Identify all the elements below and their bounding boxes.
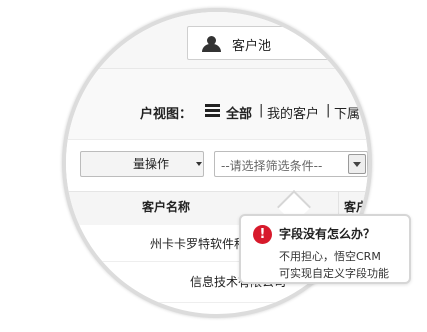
view-filter-subordinate[interactable]: 下属客 <box>334 103 368 122</box>
menu-icon[interactable] <box>205 104 220 117</box>
view-filter-mine[interactable]: 我的客户 <box>267 103 319 122</box>
view-title: 户视图： <box>140 107 193 122</box>
callout-title: 字段没有怎么办？ <box>279 227 376 241</box>
filter-placeholder: --请选择筛选条件-- <box>221 159 323 173</box>
customer-pool-label: 客户池 <box>232 39 272 54</box>
bulk-action-button[interactable]: 量操作 <box>80 151 204 177</box>
customer-pool-button[interactable]: 客户池 <box>187 26 368 60</box>
user-icon <box>202 36 222 52</box>
view-filter-all[interactable]: 全部 <box>226 103 252 122</box>
column-header-next[interactable]: 客户 <box>344 198 368 215</box>
column-header-customer-name[interactable]: 客户名称 <box>142 198 190 215</box>
view-separator: | <box>259 103 264 118</box>
filter-condition-select[interactable]: --请选择筛选条件-- <box>214 151 368 177</box>
bulk-action-label: 量操作 <box>133 157 170 171</box>
callout-text-line: 不用担心，悟空CRM <box>279 250 381 263</box>
callout-text-line: 可实现自定义字段功能 <box>279 267 389 280</box>
caret-down-icon <box>196 162 202 166</box>
view-separator: | <box>326 103 331 118</box>
chevron-down-icon[interactable] <box>348 154 366 174</box>
exclamation-icon: ! <box>253 225 272 244</box>
